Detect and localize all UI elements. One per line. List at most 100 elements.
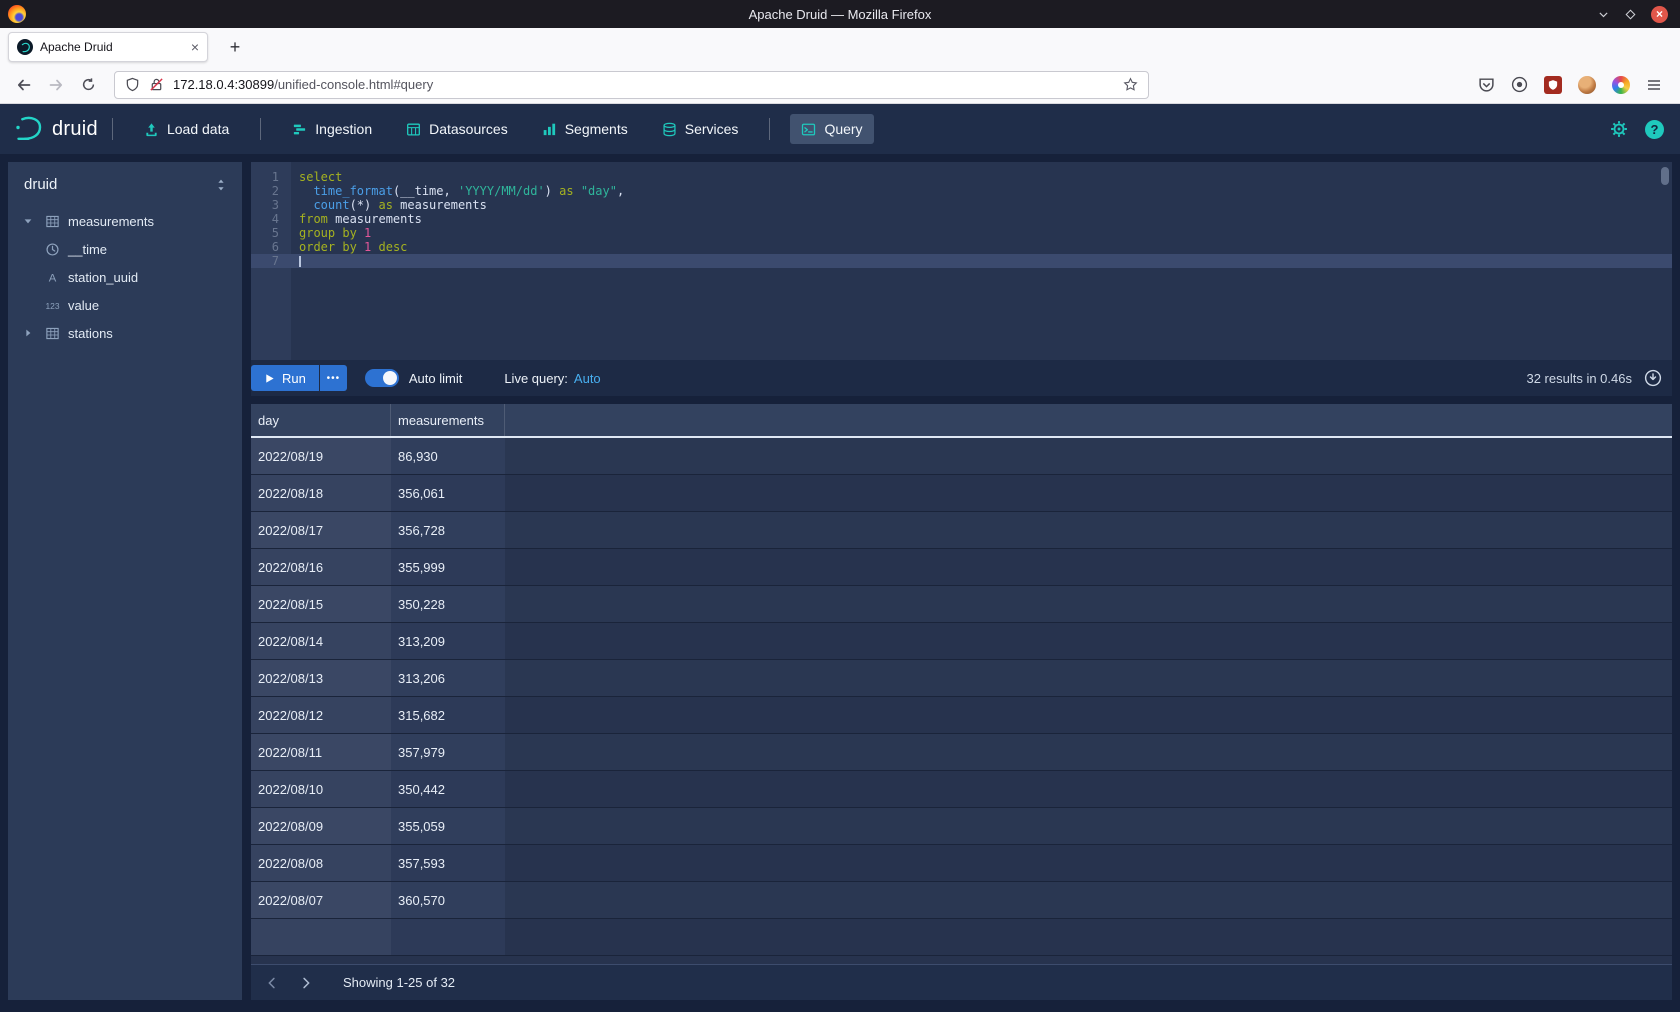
cell-measurements[interactable]: 355,059 — [391, 808, 505, 844]
workspace: druid measurements__timeAstation_uuid123… — [0, 154, 1680, 1012]
cell-day[interactable]: 2022/08/17 — [251, 512, 391, 548]
cell-day[interactable]: 2022/08/12 — [251, 697, 391, 733]
druid-logo-icon — [14, 116, 44, 142]
cell-measurements[interactable]: 357,593 — [391, 845, 505, 881]
cell-day[interactable]: 2022/08/19 — [251, 438, 391, 474]
tracking-shield-icon[interactable] — [125, 77, 140, 92]
url-bar[interactable]: 172.18.0.4:30899/unified-console.html#qu… — [114, 71, 1149, 99]
load-data-icon — [144, 122, 159, 137]
table-row: 2022/08/15350,228 — [251, 586, 1672, 623]
cell-measurements[interactable]: 350,228 — [391, 586, 505, 622]
window-shade-icon[interactable] — [1597, 8, 1610, 21]
run-button[interactable]: Run — [251, 365, 319, 391]
title-bar: Apache Druid — Mozilla Firefox × — [0, 0, 1680, 28]
cell-measurements[interactable]: 350,442 — [391, 771, 505, 807]
back-button[interactable] — [10, 71, 38, 99]
extension-badge-icon[interactable] — [1511, 76, 1528, 93]
druid-nav: Load data Ingestion Datasources Segments Ser… — [127, 114, 880, 144]
table-row: 2022/08/17356,728 — [251, 512, 1672, 549]
ublock-origin-icon[interactable] — [1544, 76, 1562, 94]
tree-item-station-uuid[interactable]: Astation_uuid — [8, 263, 242, 291]
nav-separator — [260, 118, 261, 140]
auto-limit-toggle[interactable] — [365, 369, 399, 387]
cell-measurements[interactable]: 313,206 — [391, 660, 505, 696]
cell-measurements[interactable]: 357,979 — [391, 734, 505, 770]
code-line[interactable]: select — [291, 170, 1672, 184]
cell-measurements[interactable]: 313,209 — [391, 623, 505, 659]
browser-tab[interactable]: Apache Druid × — [8, 32, 208, 62]
new-tab-button[interactable]: + — [222, 34, 248, 60]
tree-item-value[interactable]: 123value — [8, 291, 242, 319]
cell-filler — [505, 586, 1672, 622]
reload-button[interactable] — [74, 71, 102, 99]
nav-datasources[interactable]: Datasources — [395, 114, 519, 144]
nav-label: Services — [685, 121, 739, 137]
column-header-measurements[interactable]: measurements — [391, 404, 505, 436]
table-row: 2022/08/09355,059 — [251, 808, 1672, 845]
cell-day[interactable]: 2022/08/07 — [251, 882, 391, 918]
cell-day[interactable]: 2022/08/18 — [251, 475, 391, 511]
url-path: /unified-console.html#query — [274, 77, 433, 92]
sql-editor[interactable]: 1234567 select time_format(__time, 'YYYY… — [251, 162, 1672, 360]
code-line[interactable]: count(*) as measurements — [291, 198, 1672, 212]
code-line[interactable]: time_format(__time, 'YYYY/MM/dd') as "da… — [291, 184, 1672, 198]
settings-gear-icon[interactable] — [1610, 120, 1628, 138]
editor-scrollbar[interactable] — [1661, 167, 1669, 185]
cell-measurements[interactable]: 356,728 — [391, 512, 505, 548]
cell-day[interactable]: 2022/08/15 — [251, 586, 391, 622]
schema-selector[interactable]: druid — [8, 162, 242, 203]
bookmark-star-icon[interactable] — [1123, 77, 1138, 92]
cell-day[interactable]: 2022/08/16 — [251, 549, 391, 585]
nav-segments[interactable]: Segments — [531, 114, 639, 144]
cell-measurements[interactable]: 356,061 — [391, 475, 505, 511]
druid-brand[interactable]: druid — [14, 116, 98, 142]
nav-services[interactable]: Services — [651, 114, 750, 144]
code-line[interactable]: order by 1 desc — [291, 240, 1672, 254]
insecure-lock-icon[interactable] — [149, 77, 164, 92]
prev-page-icon[interactable] — [265, 976, 279, 990]
window-close-button[interactable]: × — [1651, 6, 1668, 23]
cell-measurements[interactable]: 355,999 — [391, 549, 505, 585]
tree-item-stations[interactable]: stations — [8, 319, 242, 347]
cell-measurements[interactable]: 315,682 — [391, 697, 505, 733]
profile-avatar[interactable] — [1578, 76, 1596, 94]
cell-measurements[interactable]: 86,930 — [391, 438, 505, 474]
live-query-value[interactable]: Auto — [574, 371, 601, 386]
menu-icon[interactable] — [1646, 77, 1662, 93]
druid-brand-name: druid — [52, 118, 98, 141]
cell-day[interactable]: 2022/08/11 — [251, 734, 391, 770]
forward-button[interactable] — [42, 71, 70, 99]
header-right: ? — [1610, 120, 1664, 139]
string-type-icon: A — [43, 270, 61, 285]
line-number: 7 — [251, 254, 291, 268]
table-row: 2022/08/07360,570 — [251, 882, 1672, 919]
tree-item---time[interactable]: __time — [8, 235, 242, 263]
query-view: 1234567 select time_format(__time, 'YYYY… — [251, 162, 1672, 1000]
help-icon[interactable]: ? — [1645, 120, 1664, 139]
datasources-icon — [406, 122, 421, 137]
pinwheel-extension-icon[interactable] — [1612, 76, 1630, 94]
cell-day[interactable]: 2022/08/09 — [251, 808, 391, 844]
window-maximize-icon[interactable] — [1625, 9, 1636, 20]
cell-day[interactable]: 2022/08/14 — [251, 623, 391, 659]
nav-query[interactable]: Query — [790, 114, 873, 144]
cell-day[interactable]: 2022/08/08 — [251, 845, 391, 881]
download-icon[interactable] — [1644, 369, 1662, 387]
svg-text:A: A — [48, 272, 56, 284]
code-line[interactable] — [291, 254, 1672, 268]
cell-measurements[interactable]: 360,570 — [391, 882, 505, 918]
column-header-day[interactable]: day — [251, 404, 391, 436]
pocket-icon[interactable] — [1478, 76, 1495, 93]
nav-load-data[interactable]: Load data — [133, 114, 240, 144]
cell-day[interactable]: 2022/08/10 — [251, 771, 391, 807]
cell-day[interactable]: 2022/08/13 — [251, 660, 391, 696]
nav-ingestion[interactable]: Ingestion — [281, 114, 383, 144]
navigation-toolbar: 172.18.0.4:30899/unified-console.html#qu… — [0, 66, 1680, 104]
table-row: 2022/08/10350,442 — [251, 771, 1672, 808]
code-line[interactable]: from measurements — [291, 212, 1672, 226]
run-more-button[interactable]: ••• — [320, 365, 347, 391]
next-page-icon[interactable] — [299, 976, 313, 990]
tab-close-icon[interactable]: × — [191, 40, 199, 54]
tree-item-measurements[interactable]: measurements — [8, 207, 242, 235]
code-line[interactable]: group by 1 — [291, 226, 1672, 240]
